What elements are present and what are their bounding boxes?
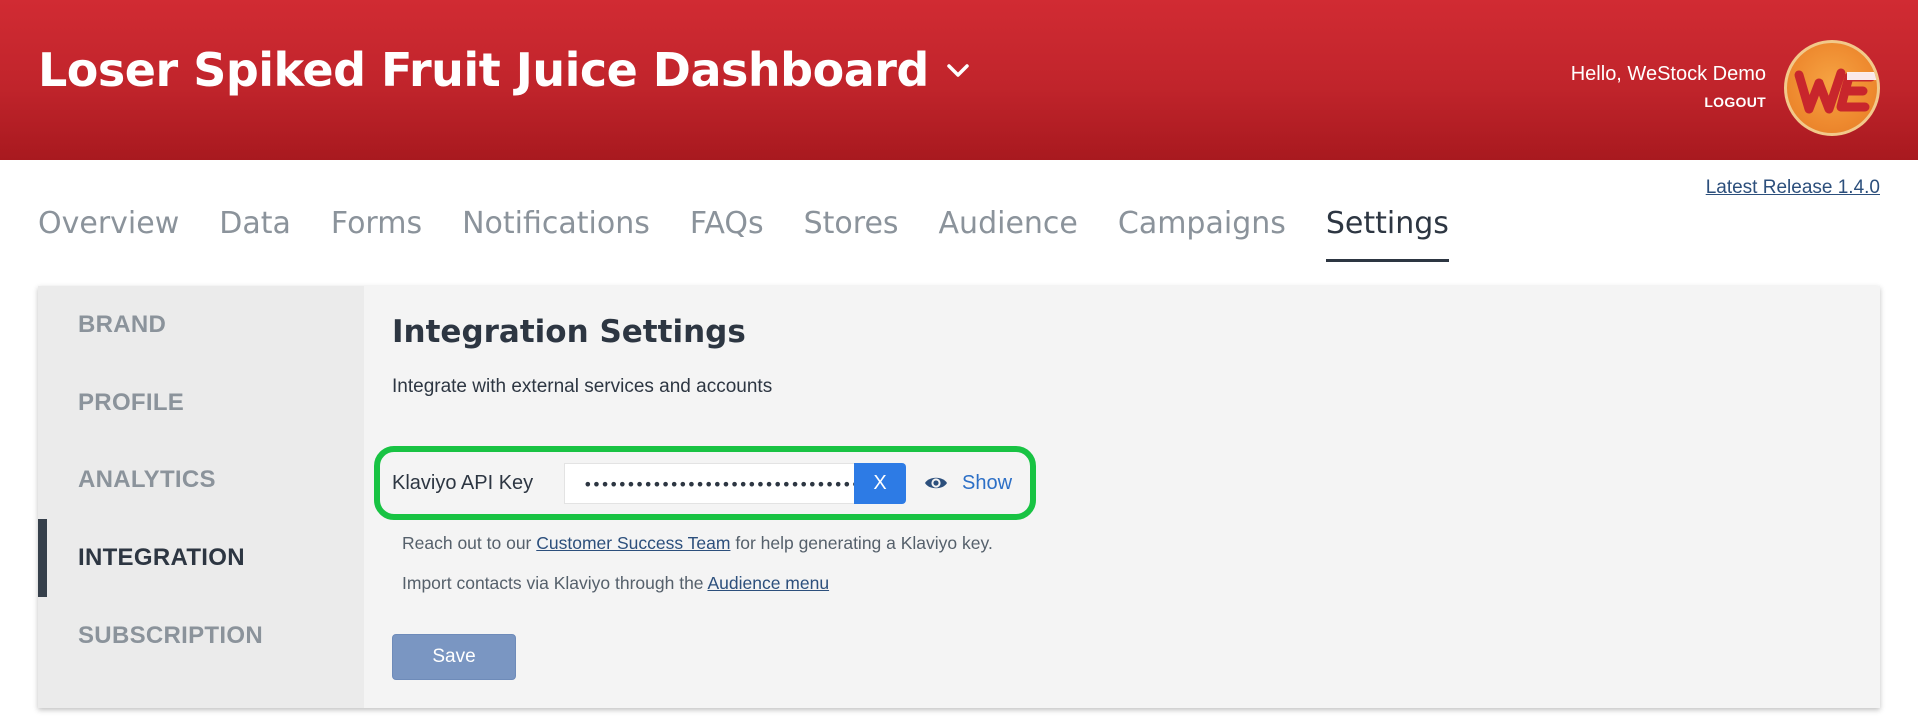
klaviyo-api-key-input[interactable]: •••••••••••••••••••••••••••••••••••• — [564, 463, 854, 504]
tab-campaigns[interactable]: Campaigns — [1118, 200, 1286, 262]
sidebar-item-integration[interactable]: INTEGRATION — [38, 519, 364, 597]
chevron-down-icon[interactable] — [945, 57, 971, 83]
tab-audience[interactable]: Audience — [939, 200, 1078, 262]
show-key-toggle[interactable]: Show — [924, 467, 1012, 499]
show-key-label: Show — [962, 471, 1013, 494]
settings-sidebar: BRAND PROFILE ANALYTICS INTEGRATION SUBS… — [38, 286, 364, 708]
klaviyo-api-key-label: Klaviyo API Key — [392, 472, 534, 494]
customer-success-link[interactable]: Customer Success Team — [536, 533, 730, 553]
sidebar-item-brand[interactable]: BRAND — [38, 286, 364, 364]
help-text-suffix: for help generating a Klaviyo key. — [735, 533, 993, 553]
page-title: Integration Settings — [392, 314, 746, 350]
sidebar-item-subscription[interactable]: SUBSCRIPTION — [38, 597, 364, 675]
integration-settings: Integration Settings Integrate with exte… — [364, 286, 1880, 708]
settings-panel: BRAND PROFILE ANALYTICS INTEGRATION SUBS… — [38, 286, 1880, 708]
main-tabs: Overview Data Forms Notifications FAQs S… — [38, 200, 1489, 262]
tab-data[interactable]: Data — [219, 200, 291, 262]
help-text-import: Import contacts via Klaviyo through the … — [402, 573, 829, 594]
latest-release-link[interactable]: Latest Release 1.4.0 — [1706, 177, 1880, 199]
avatar[interactable] — [1784, 40, 1880, 136]
app-title: Loser Spiked Fruit Juice Dashboard — [38, 43, 929, 97]
save-button[interactable]: Save — [392, 634, 516, 680]
tab-overview[interactable]: Overview — [38, 200, 179, 262]
user-greeting: Hello, WeStock Demo — [1570, 63, 1766, 85]
import-text-prefix: Import contacts via Klaviyo through the — [402, 573, 704, 593]
help-text-support: Reach out to our Customer Success Team f… — [402, 533, 993, 554]
audience-menu-link[interactable]: Audience menu — [707, 573, 829, 593]
page-description: Integrate with external services and acc… — [392, 376, 773, 397]
tab-faqs[interactable]: FAQs — [690, 200, 764, 262]
user-menu: Hello, WeStock Demo LOGOUT — [1571, 60, 1766, 110]
app-header: Loser Spiked Fruit Juice Dashboard Hello… — [0, 0, 1918, 160]
tab-stores[interactable]: Stores — [804, 200, 899, 262]
tab-notifications[interactable]: Notifications — [462, 200, 650, 262]
sidebar-item-profile[interactable]: PROFILE — [38, 364, 364, 442]
sidebar-item-analytics[interactable]: ANALYTICS — [38, 441, 364, 519]
westock-logo-icon — [1794, 68, 1877, 114]
dashboard-switcher[interactable]: Loser Spiked Fruit Juice Dashboard — [38, 40, 971, 100]
logout-link[interactable]: LOGOUT — [1571, 94, 1766, 110]
eye-icon — [924, 474, 948, 492]
clear-key-button[interactable]: X — [854, 463, 906, 504]
tab-settings[interactable]: Settings — [1325, 200, 1449, 262]
tab-forms[interactable]: Forms — [331, 200, 422, 262]
help-text-prefix: Reach out to our — [402, 533, 532, 553]
